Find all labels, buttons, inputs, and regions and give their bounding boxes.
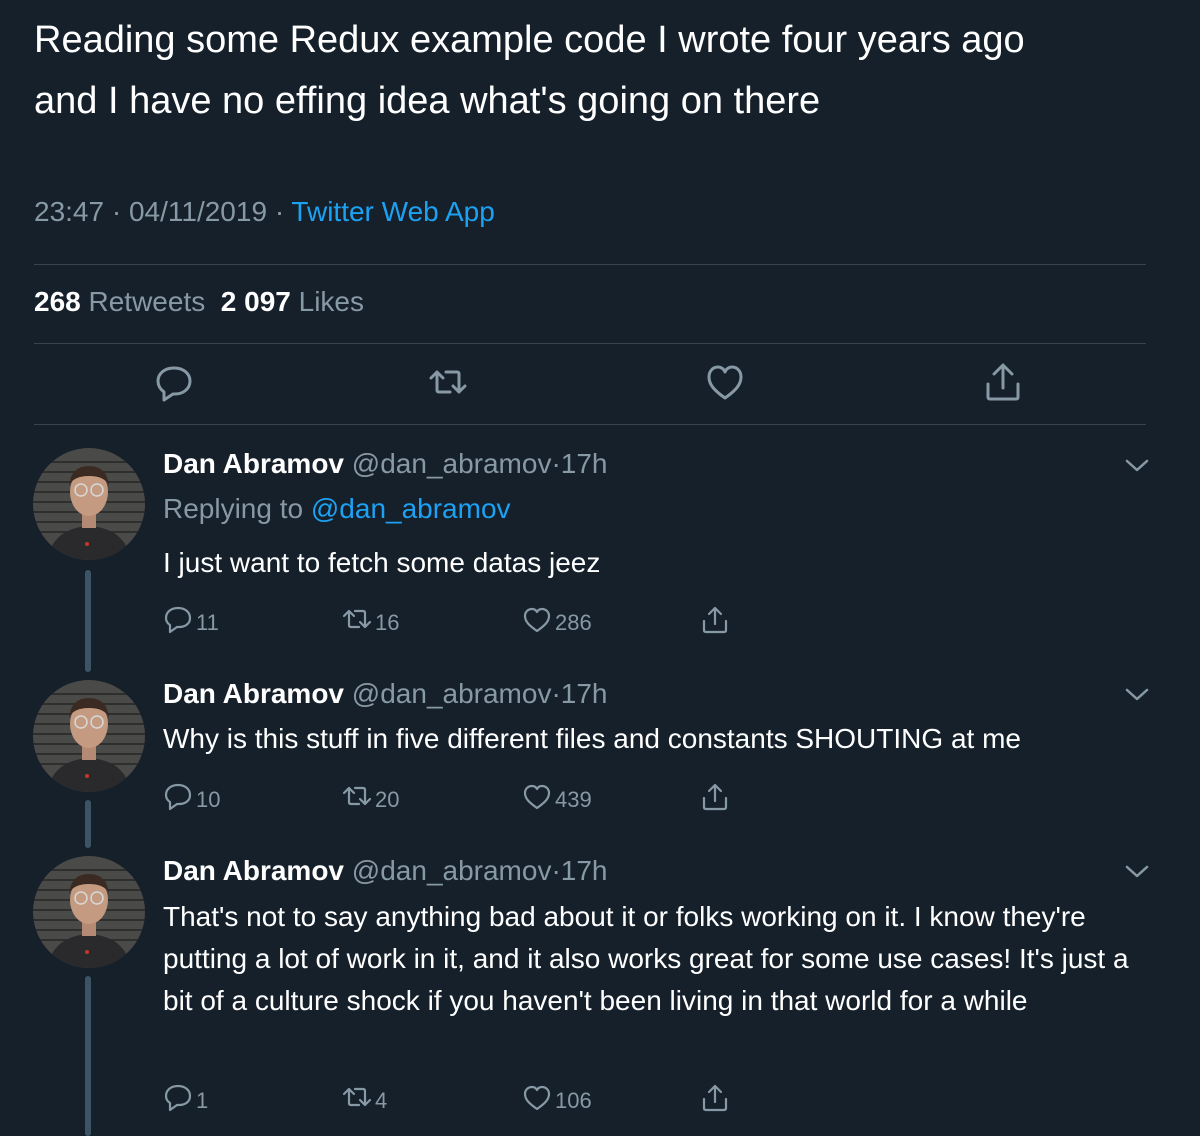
author-name[interactable]: Dan Abramov [163, 855, 344, 886]
share-button[interactable] [700, 598, 730, 634]
reply-age[interactable]: 17h [561, 678, 608, 709]
reply-button[interactable] [154, 360, 194, 404]
heart-icon [523, 1085, 551, 1111]
meta-separator: · [111, 196, 122, 227]
reply-age[interactable]: 17h [561, 855, 608, 886]
retweets-count: 268 [34, 286, 81, 317]
reply-button[interactable]: 11 [163, 598, 219, 634]
divider [34, 343, 1146, 344]
share-button[interactable] [700, 775, 730, 811]
tweet-menu-button[interactable] [1124, 863, 1150, 881]
tweet-menu-button[interactable] [1124, 457, 1150, 475]
reply-icon [156, 366, 192, 402]
retweet-count: 4 [375, 1088, 388, 1113]
replying-label: Replying to [163, 493, 304, 524]
chevron-down-icon [1125, 459, 1149, 472]
author-handle[interactable]: @dan_abramov [352, 855, 552, 886]
divider [34, 424, 1146, 425]
retweet-count: 20 [375, 787, 400, 812]
avatar-photo [33, 448, 145, 560]
avatar[interactable] [33, 856, 145, 968]
tweet-menu-button[interactable] [1124, 686, 1150, 704]
tweet-source-link[interactable]: Twitter Web App [291, 196, 494, 227]
share-icon [702, 783, 728, 811]
avatar[interactable] [33, 448, 145, 560]
like-button[interactable]: 106 [522, 1076, 592, 1112]
replying-mention[interactable]: @dan_abramov [311, 493, 511, 524]
reply-button[interactable]: 10 [163, 775, 220, 811]
share-button[interactable] [700, 1076, 730, 1112]
reply-actions: 1 4 106 [0, 1076, 1200, 1112]
reply-header: Dan Abramov @dan_abramov·17h [163, 448, 608, 480]
reply-text: Why is this stuff in five different file… [163, 723, 1021, 754]
share-icon [702, 1084, 728, 1112]
reply-text: I just want to fetch some datas jeez [163, 547, 601, 578]
heart-icon [707, 365, 743, 400]
reply-age[interactable]: 17h [561, 448, 608, 479]
tweet-date: 04/11/2019 [128, 196, 268, 227]
tweet-meta: 23:47 · 04/11/2019 · Twitter Web App [34, 196, 495, 228]
reply-button[interactable]: 1 [163, 1076, 208, 1112]
reply-icon [164, 1084, 192, 1112]
reply-actions: 11 16 286 [0, 598, 1200, 634]
heart-icon [523, 607, 551, 633]
likes-count: 2 097 [220, 286, 291, 317]
author-name[interactable]: Dan Abramov [163, 448, 344, 479]
retweet-button[interactable] [428, 360, 468, 404]
retweet-button[interactable]: 20 [342, 775, 399, 811]
like-count: 106 [555, 1088, 592, 1113]
likes-stat[interactable]: 2 097 Likes [221, 286, 364, 317]
share-icon [702, 606, 728, 634]
retweet-icon [342, 1087, 372, 1107]
heart-icon [523, 784, 551, 810]
author-name[interactable]: Dan Abramov [163, 678, 344, 709]
meta-dot: · [551, 855, 561, 886]
like-button[interactable] [705, 360, 745, 404]
share-button[interactable] [983, 360, 1023, 404]
reply-count: 11 [196, 610, 219, 635]
like-count: 286 [555, 610, 592, 635]
reply-icon [164, 783, 192, 811]
tweet-text: Reading some Redux example code I wrote … [34, 19, 1025, 122]
share-icon [986, 363, 1020, 401]
likes-label: Likes [298, 286, 365, 317]
retweet-icon [342, 786, 372, 806]
meta-separator: · [274, 196, 285, 227]
like-button[interactable]: 439 [522, 775, 592, 811]
thread-line [85, 976, 91, 1136]
divider [34, 264, 1146, 265]
like-button[interactable]: 286 [522, 598, 592, 634]
tweet-stats: 268 Retweets 2 097 Likes [34, 286, 364, 318]
reply-header: Dan Abramov @dan_abramov·17h [163, 855, 608, 887]
chevron-down-icon [1125, 865, 1149, 878]
avatar-photo [33, 856, 145, 968]
retweet-icon [342, 609, 372, 629]
reply-icon [164, 606, 192, 634]
reply-text: That's not to say anything bad about it … [163, 901, 1129, 1016]
reply-count: 1 [196, 1088, 209, 1113]
like-count: 439 [555, 787, 592, 812]
tweet-time: 23:47 [34, 196, 105, 227]
meta-dot: · [551, 678, 561, 709]
retweet-icon [429, 370, 467, 394]
chevron-down-icon [1125, 688, 1149, 701]
retweets-stat[interactable]: 268 Retweets [34, 286, 205, 317]
retweets-label: Retweets [88, 286, 206, 317]
retweet-count: 16 [375, 610, 400, 635]
reply-header: Dan Abramov @dan_abramov·17h [163, 678, 608, 710]
author-handle[interactable]: @dan_abramov [352, 678, 552, 709]
retweet-button[interactable]: 4 [342, 1076, 387, 1112]
retweet-button[interactable]: 16 [342, 598, 399, 634]
reply-actions: 10 20 439 [0, 775, 1200, 811]
author-handle[interactable]: @dan_abramov [352, 448, 552, 479]
meta-dot: · [551, 448, 561, 479]
reply-count: 10 [196, 787, 221, 812]
replying-to: Replying to @dan_abramov [163, 493, 511, 525]
tweet-actions [0, 360, 1200, 408]
